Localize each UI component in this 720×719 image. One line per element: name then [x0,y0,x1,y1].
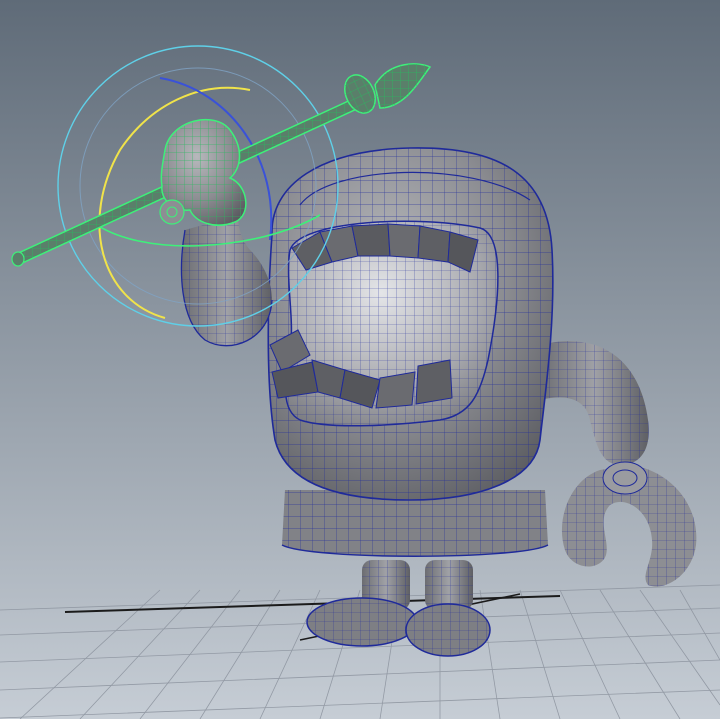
character-left-hand[interactable] [159,118,247,226]
perspective-viewport[interactable] [0,0,720,719]
viewport-canvas[interactable] [0,0,720,719]
